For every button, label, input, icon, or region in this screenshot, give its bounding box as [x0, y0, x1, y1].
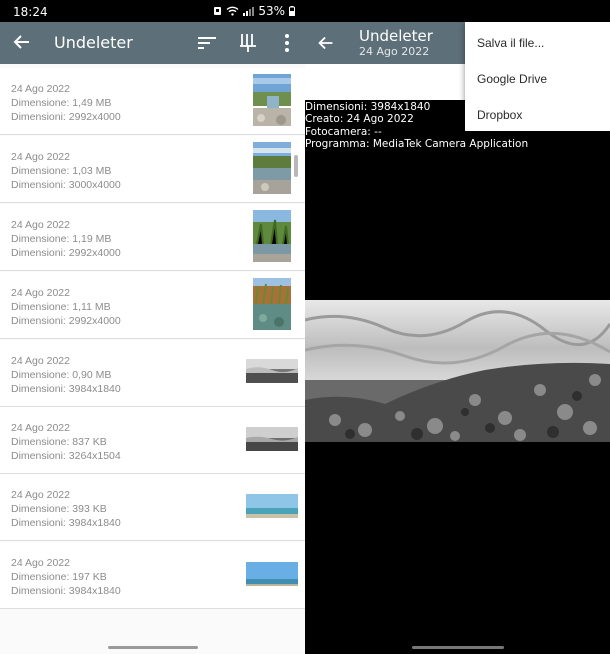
status-bar: 18:24 53% — [0, 0, 305, 22]
app-title: Undeleter — [54, 33, 133, 52]
thumbnail-image — [253, 142, 291, 194]
item-date: 24 Ago 2022 — [11, 355, 70, 367]
item-size: Dimensione: 0,90 MB — [11, 369, 112, 381]
list-item[interactable]: 24 Ago 2022 Dimensione: 393 KB Dimension… — [0, 474, 305, 541]
item-size: Dimensione: 837 KB — [11, 436, 107, 448]
list-item[interactable]: 24 Ago 2022 Dimensione: 1,03 MB Dimensio… — [0, 136, 305, 203]
thumbnail-image — [246, 494, 298, 518]
list-item[interactable]: 24 Ago 2022 Dimensione: 837 KB Dimension… — [0, 407, 305, 474]
item-date: 24 Ago 2022 — [11, 83, 70, 95]
item-dimensions: Dimensioni: 3984x1840 — [11, 383, 121, 395]
item-dimensions: Dimensioni: 3984x1840 — [11, 585, 121, 597]
item-date: 24 Ago 2022 — [11, 489, 70, 501]
list-item[interactable]: 24 Ago 2022 Dimensione: 1,49 MB Dimensio… — [0, 68, 305, 135]
status-icons: 53% — [213, 4, 295, 18]
notification-icon — [214, 7, 222, 15]
menu-item-save-file[interactable]: Salva il file... — [477, 36, 544, 50]
back-arrow-icon[interactable] — [315, 32, 337, 54]
item-size: Dimensione: 1,19 MB — [11, 233, 112, 245]
nav-handle[interactable] — [108, 646, 198, 649]
thumbnail-image — [253, 74, 291, 126]
app-toolbar: Undeleter — [0, 22, 305, 64]
thumbnail-image — [246, 562, 298, 586]
list-item[interactable]: 24 Ago 2022 Dimensione: 1,11 MB Dimensio… — [0, 272, 305, 339]
item-date: 24 Ago 2022 — [11, 151, 70, 163]
thumbnail-image — [246, 359, 298, 383]
list-scrollbar[interactable] — [294, 155, 298, 177]
item-date: 24 Ago 2022 — [11, 557, 70, 569]
item-date: 24 Ago 2022 — [11, 422, 70, 434]
status-time: 18:24 — [13, 5, 48, 19]
item-dimensions: Dimensioni: 2992x4000 — [11, 247, 121, 259]
thumbnail-image — [246, 427, 298, 451]
detail-subtitle: 24 Ago 2022 — [359, 45, 430, 58]
more-options-icon[interactable] — [275, 31, 299, 55]
thumbnail-image — [253, 210, 291, 262]
item-dimensions: Dimensioni: 2992x4000 — [11, 315, 121, 327]
info-program: Programma: MediaTek Camera Application — [305, 137, 529, 150]
filter-icon[interactable] — [237, 31, 261, 55]
item-dimensions: Dimensioni: 2992x4000 — [11, 111, 121, 123]
item-size: Dimensione: 393 KB — [11, 503, 107, 515]
item-date: 24 Ago 2022 — [11, 287, 70, 299]
item-size: Dimensione: 1,11 MB — [11, 301, 111, 313]
battery-percent: 53% — [258, 4, 285, 18]
sort-icon[interactable] — [195, 31, 219, 55]
left-pane: 18:24 53% Undeleter 24 Ago 2022 Dimensio… — [0, 0, 305, 654]
detail-title: Undeleter — [359, 27, 433, 45]
wifi-icon — [226, 6, 239, 16]
item-dimensions: Dimensioni: 3984x1840 — [11, 517, 121, 529]
photo-preview[interactable] — [305, 300, 610, 442]
signal-icon — [243, 7, 255, 16]
item-dimensions: Dimensioni: 3264x1504 — [11, 450, 121, 462]
item-size: Dimensione: 197 KB — [11, 571, 107, 583]
menu-item-google-drive[interactable]: Google Drive — [477, 72, 547, 86]
thumbnail-image — [253, 278, 291, 330]
right-pane: Undeleter 24 Ago 2022 Dimensioni: 3984x1… — [305, 0, 610, 654]
item-dimensions: Dimensioni: 3000x4000 — [11, 179, 121, 191]
nav-handle[interactable] — [412, 646, 504, 649]
list-item[interactable]: 24 Ago 2022 Dimensione: 197 KB Dimension… — [0, 542, 305, 609]
list-item[interactable]: 24 Ago 2022 Dimensione: 1,19 MB Dimensio… — [0, 204, 305, 271]
battery-icon — [289, 6, 295, 16]
item-size: Dimensione: 1,03 MB — [11, 165, 112, 177]
item-date: 24 Ago 2022 — [11, 219, 70, 231]
list-item[interactable]: 24 Ago 2022 Dimensione: 0,90 MB Dimensio… — [0, 340, 305, 407]
item-size: Dimensione: 1,49 MB — [11, 97, 112, 109]
menu-item-dropbox[interactable]: Dropbox — [477, 108, 522, 122]
back-arrow-icon[interactable] — [10, 30, 34, 54]
overflow-menu: Salva il file... Google Drive Dropbox — [465, 22, 610, 131]
